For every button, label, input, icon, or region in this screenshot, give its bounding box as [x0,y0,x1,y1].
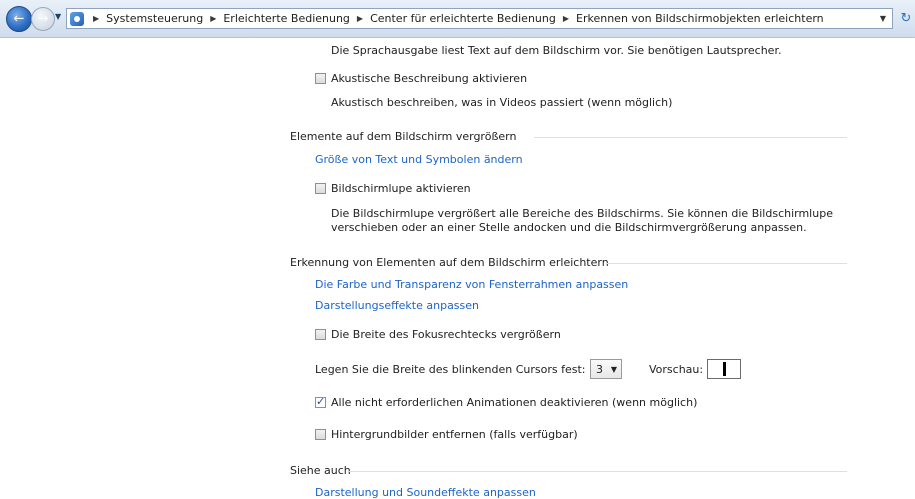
section-divider [606,263,847,264]
refresh-button[interactable]: ↻ [897,9,915,28]
breadcrumb-separator-icon[interactable]: ▶ [558,14,574,23]
section-heading-see-also: Siehe auch [290,464,351,477]
breadcrumb-separator-icon[interactable]: ▶ [352,14,368,23]
breadcrumb-item[interactable]: Erleichterte Bedienung [221,12,352,25]
chevron-down-icon: ▼ [610,365,617,374]
breadcrumb-item-current[interactable]: Erkennen von Bildschirmobjekten erleicht… [574,12,826,25]
audio-description-checkbox[interactable] [315,73,326,84]
section-divider [534,137,847,138]
animations-checkbox[interactable]: ✓ [315,395,326,408]
magnifier-desc-line-1: Die Bildschirmlupe vergrößert alle Berei… [331,207,833,220]
audio-description-desc: Akustisch beschreiben, was in Videos pas… [331,96,673,109]
breadcrumb-separator-icon[interactable]: ▶ [205,14,221,23]
breadcrumb-item[interactable]: Systemsteuerung [104,12,205,25]
focus-rectangle-checkbox[interactable] [315,329,326,340]
breadcrumb-separator-icon[interactable]: ▶ [88,14,104,23]
animations-label[interactable]: Alle nicht erforderlichen Animationen de… [331,396,697,409]
refresh-icon: ↻ [900,11,912,26]
address-field[interactable]: ▶ Systemsteuerung ▶ Erleichterte Bedienu… [66,8,893,29]
address-bar-area: ← → ▼ ▶ Systemsteuerung ▶ Erleichterte B… [0,0,915,38]
cursor-preview [707,359,741,379]
forward-arrow-icon: → [37,11,49,27]
audio-description-label[interactable]: Akustische Beschreibung aktivieren [331,72,527,85]
background-images-label[interactable]: Hintergrundbilder entfernen (falls verfü… [331,428,578,441]
background-images-checkbox[interactable] [315,429,326,440]
link-display-effects[interactable]: Darstellungseffekte anpassen [315,299,479,312]
back-arrow-icon: ← [13,11,25,27]
cursor-width-label: Legen Sie die Breite des blinkenden Curs… [315,363,586,376]
link-text-size[interactable]: Größe von Text und Symbolen ändern [315,153,523,166]
checkmark-icon: ✓ [316,395,326,408]
magnifier-label[interactable]: Bildschirmlupe aktivieren [331,182,471,195]
main-content: Die Sprachausgabe liest Text auf dem Bil… [0,37,915,499]
link-sound-effects[interactable]: Darstellung und Soundeffekte anpassen [315,486,536,499]
magnifier-desc-line-2: verschieben oder an einer Stelle andocke… [331,221,807,234]
section-heading-recognize: Erkennung von Elementen auf dem Bildschi… [290,256,609,269]
magnifier-checkbox[interactable] [315,183,326,194]
cursor-preview-bar [723,362,726,376]
narrator-description: Die Sprachausgabe liest Text auf dem Bil… [331,44,782,57]
history-dropdown-icon[interactable]: ▼ [55,12,61,21]
section-heading-enlarge: Elemente auf dem Bildschirm vergrößern [290,130,517,143]
section-divider [349,471,847,472]
address-dropdown-icon[interactable]: ▼ [880,14,886,23]
forward-button[interactable]: → [31,7,55,31]
cursor-width-select[interactable]: 3 ▼ [590,359,622,379]
control-panel-icon [70,11,84,26]
cursor-width-value: 3 [596,363,603,376]
preview-label: Vorschau: [649,363,704,376]
breadcrumb-item[interactable]: Center für erleichterte Bedienung [368,12,558,25]
back-button[interactable]: ← [6,6,32,32]
focus-rectangle-label[interactable]: Die Breite des Fokusrechtecks vergrößern [331,328,561,341]
link-window-color[interactable]: Die Farbe und Transparenz von Fensterrah… [315,278,628,291]
